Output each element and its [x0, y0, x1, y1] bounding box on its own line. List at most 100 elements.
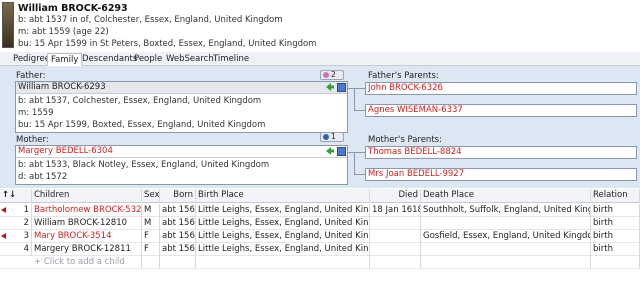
col-death-place[interactable]: Death Place — [421, 189, 591, 203]
child-relation: birth — [591, 230, 640, 243]
connector-line — [354, 174, 365, 175]
tab-websearch[interactable]: WebSearch — [163, 53, 217, 66]
child-died — [370, 217, 421, 230]
child-died — [370, 243, 421, 256]
person-name-title: William BROCK-6293 — [18, 3, 128, 14]
maternal-grandfather[interactable]: Thomas BEDELL-8824 — [365, 146, 637, 159]
spouse-count-badge-mother[interactable]: 1 — [320, 132, 344, 142]
person-burial-line: bu: 15 Apr 1599 in St Peters, Boxted, Es… — [18, 39, 317, 49]
family-tree-icon[interactable] — [337, 147, 346, 156]
row-number: 1 — [10, 204, 32, 217]
child-birth-place: Little Leighs, Essex, England, United Ki… — [198, 204, 370, 217]
mother-death: d: abt 1572 — [18, 172, 68, 182]
child-birth-place: Little Leighs, Essex, England, United Ki… — [198, 230, 370, 243]
empty-cell — [421, 256, 591, 269]
col-sex[interactable]: Sex — [142, 189, 160, 203]
table-row[interactable]: 2 William BROCK-12810 M abt 1564 Little … — [0, 217, 640, 230]
view-tabs: Pedigree Family Descendants People WebSe… — [0, 52, 640, 66]
male-spouse-icon — [323, 134, 329, 140]
family-tree-icon[interactable] — [337, 83, 346, 92]
mother-section-label: Mother: — [16, 135, 49, 145]
father-section-label: Father: — [16, 71, 46, 81]
paternal-grandmother[interactable]: Agnes WISEMAN-6337 — [365, 104, 637, 117]
col-birth-place[interactable]: Birth Place — [196, 189, 370, 203]
child-death-place: Southholt, Suffolk, England, United King… — [421, 204, 591, 217]
father-birth: b: abt 1537, Colchester, Essex, England,… — [18, 96, 262, 106]
father-name[interactable]: William BROCK-6293 — [16, 82, 347, 94]
child-born: abt 1568 — [162, 243, 196, 256]
mother-card[interactable]: Margery BEDELL-6304 b: abt 1533, Black N… — [15, 145, 348, 185]
add-child-placeholder[interactable]: + Click to add a child — [32, 256, 142, 269]
family-view: Father: 2 William BROCK-6293 b: abt 1537… — [0, 66, 640, 188]
maternal-grandmother[interactable]: Mrs Joan BEDELL-9927 — [365, 168, 637, 181]
connector-line — [354, 88, 355, 110]
person-marriage-line: m: abt 1559 (age 22) — [18, 27, 109, 37]
col-relation[interactable]: Relation — [591, 189, 640, 203]
empty-cell — [591, 256, 640, 269]
col-died[interactable]: Died — [370, 189, 421, 203]
father-burial: bu: 15 Apr 1599, Boxted, Essex, England,… — [18, 120, 266, 130]
child-name[interactable]: Mary BROCK-3514 — [32, 230, 142, 243]
grid-header: ↑↓ Children Sex Born Birth Place Died De… — [0, 189, 640, 203]
child-died: 18 Jan 1618 — [372, 204, 421, 217]
child-born: abt 1566 — [162, 230, 196, 243]
child-born: abt 1562 — [162, 204, 196, 217]
child-sex: F — [142, 230, 160, 243]
child-name[interactable]: Margery BROCK-12811 — [32, 243, 142, 256]
connector-line — [354, 152, 355, 174]
person-photo[interactable] — [2, 2, 14, 48]
father-parents-label: Father's Parents: — [368, 71, 439, 81]
mother-birth: b: abt 1533, Black Notley, Essex, Englan… — [18, 160, 270, 170]
child-relation: birth — [591, 217, 640, 230]
col-born[interactable]: Born — [160, 189, 196, 203]
child-sex: M — [142, 217, 160, 230]
green-arrow-icon[interactable] — [326, 147, 334, 155]
row-number: 2 — [10, 217, 32, 230]
connector-line — [348, 152, 365, 153]
children-grid: ↑↓ Children Sex Born Birth Place Died De… — [0, 189, 640, 282]
mother-parents-label: Mother's Parents: — [368, 135, 442, 145]
child-birth-place: Little Leighs, Essex, England, United Ki… — [198, 217, 370, 230]
child-sex: M — [142, 204, 160, 217]
add-child-row[interactable]: + Click to add a child — [0, 256, 640, 269]
connector-line — [348, 88, 365, 89]
child-birth-place: Little Leighs, Essex, England, United Ki… — [198, 243, 370, 256]
tab-family[interactable]: Family — [47, 53, 83, 66]
flag-icon — [1, 233, 6, 239]
green-arrow-icon[interactable] — [326, 83, 334, 91]
row-number: 4 — [10, 243, 32, 256]
female-spouse-icon — [323, 72, 329, 78]
father-marriage: m: 1559 — [18, 108, 54, 118]
spouse-count: 2 — [331, 70, 336, 79]
person-birth-line: b: abt 1537 in of, Colchester, Essex, En… — [18, 15, 283, 25]
child-death-place — [421, 217, 591, 230]
empty-cell — [370, 256, 421, 269]
child-sex: F — [142, 243, 160, 256]
spouse-count-badge-father[interactable]: 2 — [320, 70, 344, 80]
paternal-grandfather[interactable]: John BROCK-6326 — [365, 82, 637, 95]
table-row[interactable]: 4 Margery BROCK-12811 F abt 1568 Little … — [0, 243, 640, 256]
table-row[interactable]: 3 Mary BROCK-3514 F abt 1566 Little Leig… — [0, 230, 640, 243]
child-name[interactable]: William BROCK-12810 — [32, 217, 142, 230]
table-row[interactable]: 1 Bartholomew BROCK-5327 M abt 1562 Litt… — [0, 204, 640, 217]
child-name[interactable]: Bartholomew BROCK-5327 — [32, 204, 142, 217]
sort-icon[interactable]: ↑↓ — [0, 189, 32, 203]
father-card[interactable]: William BROCK-6293 b: abt 1537, Colchest… — [15, 81, 348, 133]
connector-line — [354, 110, 365, 111]
child-death-place — [421, 243, 591, 256]
person-header: William BROCK-6293 b: abt 1537 in of, Co… — [0, 0, 640, 52]
child-born: abt 1564 — [162, 217, 196, 230]
spouse-count: 1 — [331, 132, 336, 141]
empty-cell — [142, 256, 160, 269]
child-death-place: Gosfield, Essex, England, United Kingdom — [423, 230, 591, 243]
row-number: 3 — [10, 230, 32, 243]
empty-cell — [160, 256, 196, 269]
col-children[interactable]: Children — [32, 189, 142, 203]
mother-name[interactable]: Margery BEDELL-6304 — [16, 146, 347, 158]
tab-timeline[interactable]: Timeline — [210, 53, 252, 66]
child-died — [370, 230, 421, 243]
child-relation: birth — [591, 204, 640, 217]
empty-cell — [196, 256, 370, 269]
tab-people[interactable]: People — [131, 53, 165, 66]
flag-icon — [1, 207, 6, 213]
